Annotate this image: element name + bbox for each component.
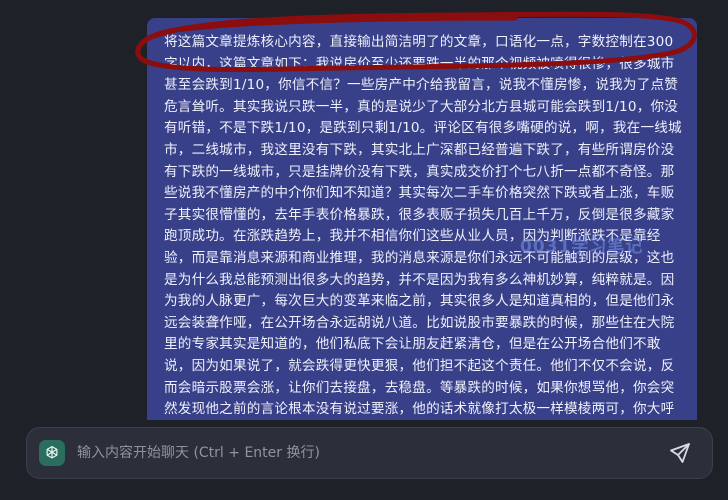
chat-input-field[interactable]: [75, 437, 662, 469]
send-button[interactable]: [662, 435, 698, 471]
chat-message-area[interactable]: 将这篇文章提炼核心内容，直接输出简洁明了的文章，口语化一点，字数控制在300字以…: [0, 0, 728, 420]
user-message-bubble: 将这篇文章提炼核心内容，直接输出简洁明了的文章，口语化一点，字数控制在300字以…: [147, 18, 697, 420]
user-message-text: 将这篇文章提炼核心内容，直接输出简洁明了的文章，口语化一点，字数控制在300字以…: [164, 34, 682, 418]
chat-app: 将这篇文章提炼核心内容，直接输出简洁明了的文章，口语化一点，字数控制在300字以…: [0, 0, 728, 500]
chat-input-bar: [26, 427, 713, 479]
openai-logo-glyph: [46, 446, 58, 459]
openai-logo-icon[interactable]: [39, 440, 65, 466]
send-icon: [670, 443, 690, 463]
